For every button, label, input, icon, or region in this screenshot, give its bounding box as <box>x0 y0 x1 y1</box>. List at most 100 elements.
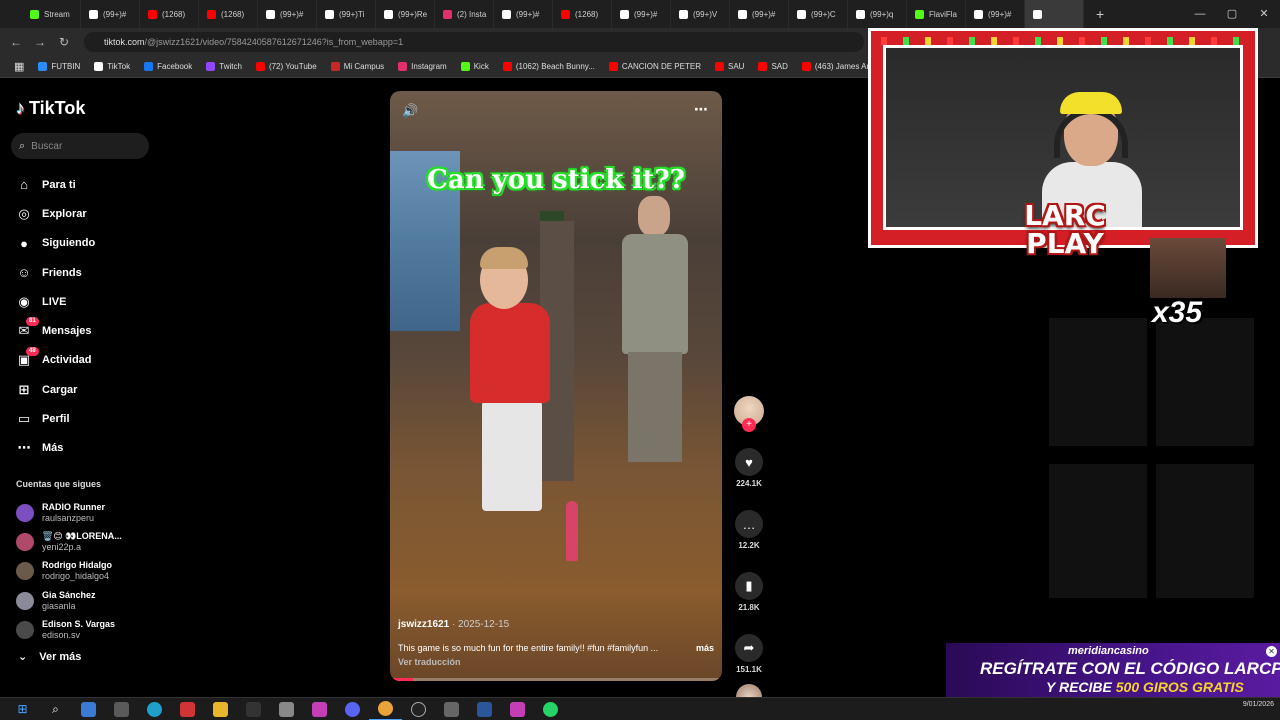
back-button[interactable]: ← <box>4 35 28 49</box>
taskbar-app-icon[interactable] <box>237 698 270 720</box>
followed-account[interactable]: 🗑️😊 👀LORENA... yeni22p.a <box>16 527 122 556</box>
taskbar-folder-icon[interactable] <box>204 698 237 720</box>
see-more-button[interactable]: ⌄ Ver más <box>18 650 81 664</box>
bookmark-item[interactable]: Twitch <box>200 62 248 71</box>
taskbar-calculator-icon[interactable] <box>435 698 468 720</box>
browser-tab[interactable]: (99+)# <box>612 0 671 28</box>
url-field[interactable]: tiktok.com/@jswizz1621/video/75842405876… <box>84 32 864 52</box>
taskbar-app-icon[interactable] <box>303 698 336 720</box>
bookmark-item[interactable]: SAU <box>709 62 750 71</box>
taskbar-edge-icon[interactable] <box>138 698 171 720</box>
bookmark-item[interactable]: Kick <box>455 62 495 71</box>
minimize-button[interactable]: — <box>1184 0 1216 28</box>
video-date: 2025-12-15 <box>458 619 510 630</box>
taskbar-app-icon[interactable] <box>501 698 534 720</box>
browser-tab[interactable] <box>1025 0 1084 28</box>
bookmark-item[interactable]: (1062) Beach Bunny... <box>497 62 601 71</box>
close-window-button[interactable]: ✕ <box>1248 0 1280 28</box>
browser-tab[interactable]: (99+)C <box>789 0 848 28</box>
sidebar-item-para-ti[interactable]: ⌂ Para ti <box>16 170 95 199</box>
creator-avatar[interactable]: + <box>734 396 764 432</box>
avatar <box>16 503 34 522</box>
bookmark-item[interactable]: CANCION DE PETER <box>603 62 707 71</box>
more-options-icon[interactable]: ⋯ <box>694 101 708 118</box>
taskbar-whatsapp-icon[interactable] <box>534 698 567 720</box>
tab-label: Stream <box>44 9 70 19</box>
browser-tab[interactable]: (99+)# <box>258 0 317 28</box>
sidebar-item-perfil[interactable]: ▭ Perfil <box>16 404 95 433</box>
sidebar-item-actividad[interactable]: ▣ 48 Actividad <box>16 346 95 375</box>
taskbar-discord-icon[interactable] <box>336 698 369 720</box>
browser-tab[interactable]: (99+)# <box>966 0 1025 28</box>
save-action[interactable]: ▮ 21.8K <box>734 572 764 612</box>
browser-tab[interactable]: (99+)Ti <box>317 0 376 28</box>
browser-tab[interactable]: (99+)V <box>671 0 730 28</box>
tab-favicon-icon <box>856 9 865 19</box>
bookmark-item[interactable]: TikTok <box>88 62 136 71</box>
banner-close-icon[interactable]: ✕ <box>1266 646 1277 657</box>
followed-account[interactable]: Rodrigo Hidalgo rodrigo_hidalgo4 <box>16 557 122 586</box>
taskbar-app-icon[interactable] <box>171 698 204 720</box>
apps-grid-icon[interactable]: ▦ <box>8 60 30 73</box>
followed-account[interactable]: Gia Sánchez giasanla <box>16 586 122 615</box>
taskbar-store-icon[interactable] <box>72 698 105 720</box>
browser-tab[interactable]: (1268) <box>140 0 199 28</box>
share-icon[interactable]: ➦ <box>735 634 763 662</box>
taskbar-app-icon[interactable] <box>270 698 303 720</box>
bookmark-item[interactable]: Mi Campus <box>325 62 390 71</box>
bookmark-item[interactable]: Facebook <box>138 62 198 71</box>
browser-tab[interactable]: FlaviFla <box>907 0 966 28</box>
bookmark-item[interactable]: (72) YouTube <box>250 62 323 71</box>
taskbar-chrome-icon[interactable] <box>369 698 402 720</box>
share-action[interactable]: ➦ 151.1K <box>734 634 764 674</box>
maximize-button[interactable]: ▢ <box>1216 0 1248 28</box>
bookmark-item[interactable]: SAD <box>752 62 793 71</box>
followed-account[interactable]: RADIO Runner raulsanzperu <box>16 498 122 527</box>
browser-tab[interactable]: (99+)# <box>494 0 553 28</box>
sidebar-item-label: Mensajes <box>42 325 92 338</box>
comment-action[interactable]: … 12.2K <box>734 510 764 550</box>
taskbar-clock[interactable]: 9/01/2026 <box>1243 700 1274 709</box>
bookmark-item[interactable]: Instagram <box>392 62 453 71</box>
sidebar-item-mensajes[interactable]: ✉ 81 Mensajes <box>16 316 95 345</box>
bookmark-item[interactable]: FUTBIN <box>32 62 86 71</box>
browser-tab[interactable]: (2) Insta <box>435 0 494 28</box>
browser-tab[interactable]: (99+)Re <box>376 0 435 28</box>
description-more-button[interactable]: más <box>696 643 714 653</box>
video-progress-bar[interactable] <box>390 678 722 681</box>
reload-button[interactable]: ↻ <box>52 35 76 49</box>
volume-icon[interactable]: 🔊 <box>402 103 418 119</box>
browser-tab[interactable]: (99+)# <box>81 0 140 28</box>
tab-favicon-icon <box>384 9 393 19</box>
taskbar-app-icon[interactable] <box>105 698 138 720</box>
tiktok-logo[interactable]: ♪ TikTok <box>16 98 85 119</box>
search-icon: ⌕ <box>19 139 26 152</box>
sidebar-item-siguiendo[interactable]: ● Siguiendo <box>16 229 95 258</box>
video-author[interactable]: jswizz1621 <box>398 619 449 630</box>
taskbar-obs-icon[interactable] <box>402 698 435 720</box>
browser-tab[interactable]: Stream <box>22 0 81 28</box>
follow-plus-icon[interactable]: + <box>742 418 756 432</box>
search-input[interactable]: ⌕ Buscar <box>11 133 149 159</box>
browser-tab[interactable]: (99+)q <box>848 0 907 28</box>
browser-tab[interactable]: (99+)# <box>730 0 789 28</box>
browser-tab[interactable]: (1268) <box>199 0 258 28</box>
video-player[interactable]: Can you stick it?? 🔊 ⋯ jswizz1621 · 2025… <box>390 91 722 681</box>
like-action[interactable]: ♥ 224.1K <box>734 448 764 488</box>
start-button[interactable]: ⊞ <box>6 698 39 720</box>
followed-account[interactable]: Edison S. Vargas edison.sv <box>16 615 122 644</box>
new-tab-button[interactable]: + <box>1096 6 1104 22</box>
sidebar-item-explorar[interactable]: ◎ Explorar <box>16 199 95 228</box>
sidebar-item-m-s[interactable]: ⋯ Más <box>16 434 95 463</box>
sidebar-item-friends[interactable]: ☺ Friends <box>16 258 95 287</box>
taskbar-word-icon[interactable] <box>468 698 501 720</box>
bookmark-icon[interactable]: ▮ <box>735 572 763 600</box>
taskbar-search-icon[interactable]: ⌕ <box>39 698 72 720</box>
see-translation-button[interactable]: Ver traducción <box>398 657 714 667</box>
browser-tab[interactable]: (1268) <box>553 0 612 28</box>
forward-button[interactable]: → <box>28 35 52 49</box>
sidebar-item-live[interactable]: ◉ LIVE <box>16 287 95 316</box>
heart-icon[interactable]: ♥ <box>735 448 763 476</box>
comment-icon[interactable]: … <box>735 510 763 538</box>
sidebar-item-cargar[interactable]: ⊞ Cargar <box>16 375 95 404</box>
